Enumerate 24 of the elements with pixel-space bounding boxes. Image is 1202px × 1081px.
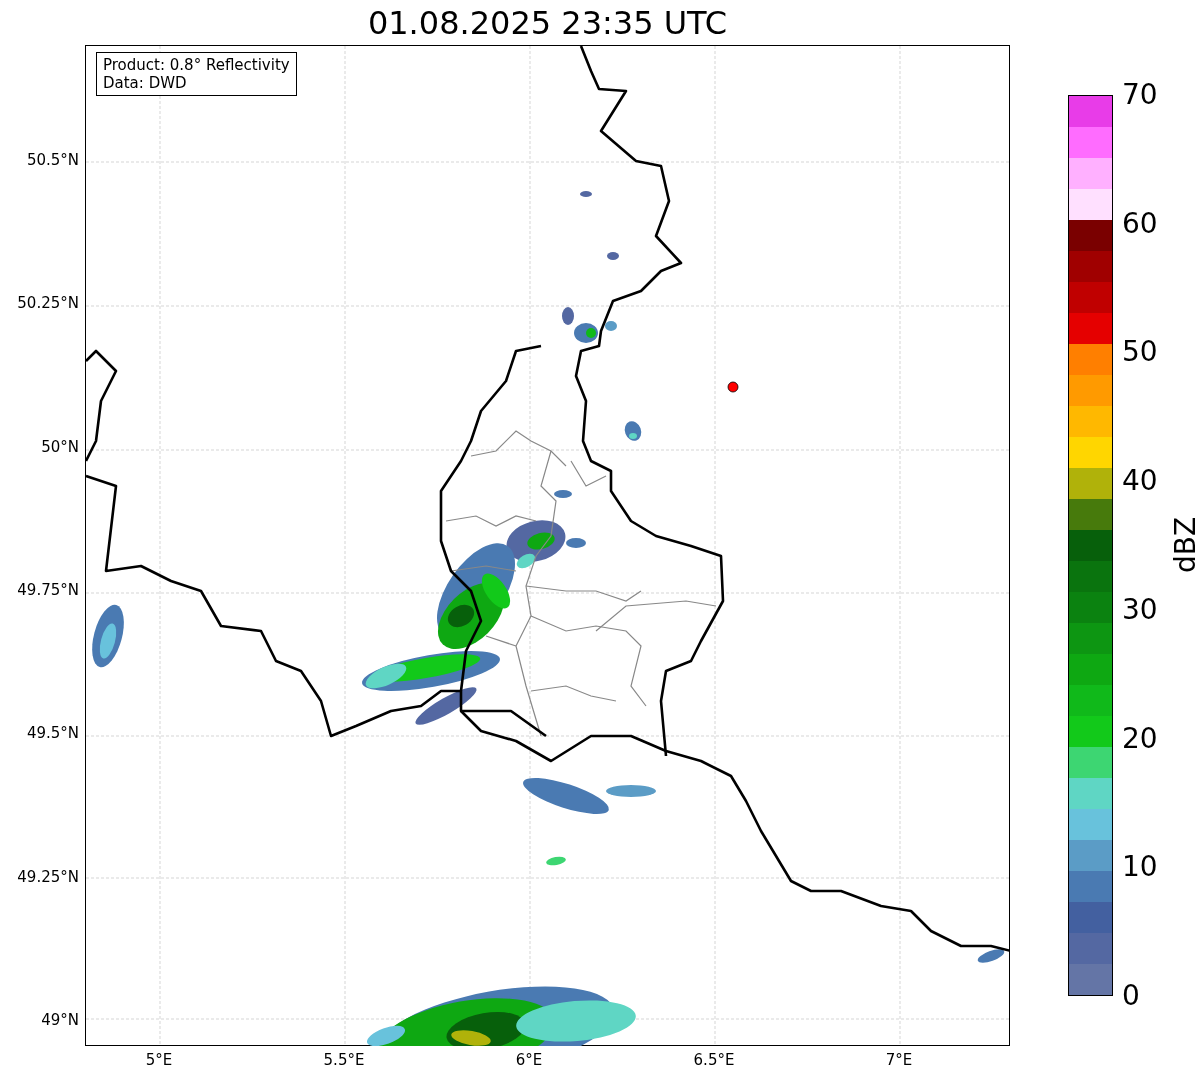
- longitude-label: 6.5°E: [692, 1051, 736, 1069]
- latitude-label: 50.25°N: [17, 294, 79, 313]
- colorbar-label: dBZ: [1171, 516, 1202, 574]
- colorbar-tick-label: 40: [1122, 466, 1158, 497]
- longitude-label: 5.5°E: [322, 1051, 366, 1069]
- longitude-label: 5°E: [144, 1051, 174, 1069]
- longitude-label: 6°E: [514, 1051, 544, 1069]
- colorbar-tick-label: 50: [1122, 337, 1158, 368]
- longitude-label: 7°E: [884, 1051, 914, 1069]
- latitude-label: 49.25°N: [17, 867, 79, 886]
- colorbar-tick-label: 10: [1122, 852, 1158, 883]
- latitude-label: 49.75°N: [17, 580, 79, 599]
- colorbar-tick-label: 30: [1122, 594, 1158, 625]
- figure-title: 01.08.2025 23:35 UTC: [367, 6, 728, 39]
- latitude-label: 49.5°N: [26, 724, 79, 743]
- colorbar-tick-label: 20: [1122, 723, 1158, 754]
- legend-text: Product: 0.8° Reflectivity: [103, 56, 290, 74]
- latitude-label: 49°N: [41, 1010, 79, 1029]
- colorbar-tick-label: 60: [1122, 208, 1158, 239]
- colorbar-tick-label: 0: [1122, 981, 1140, 1011]
- latitude-label: 50.5°N: [26, 151, 79, 169]
- colorbar-tick-label: 70: [1122, 80, 1158, 110]
- latitude-label: 50°N: [41, 437, 79, 456]
- legend-text: Data: DWD: [103, 74, 188, 92]
